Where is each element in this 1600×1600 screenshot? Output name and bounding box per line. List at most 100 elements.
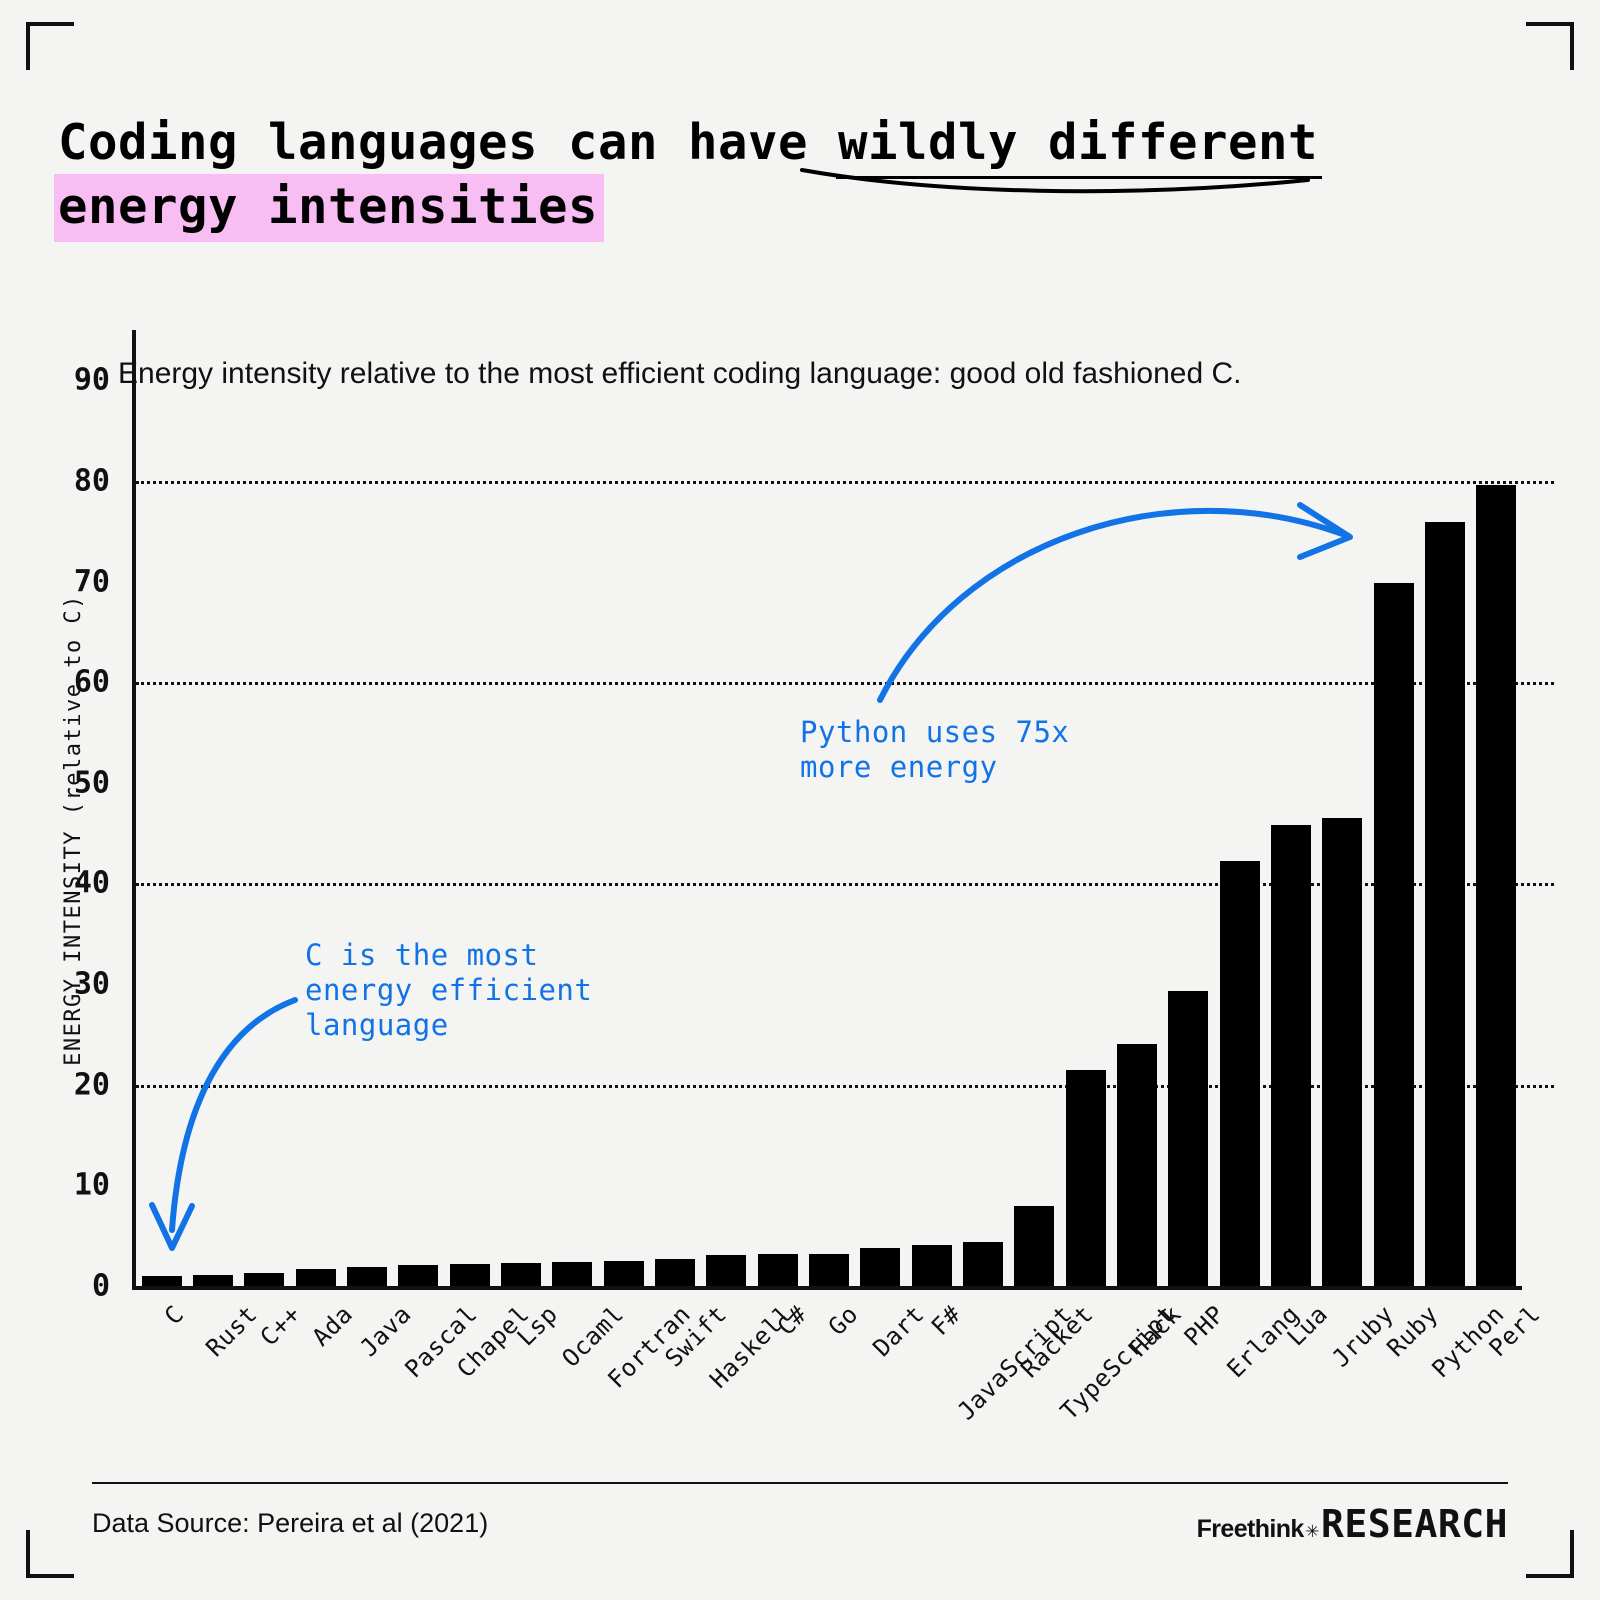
annotation-c-efficient: C is the most energy efficient language [305, 938, 593, 1042]
bar-slot [803, 330, 854, 1286]
bar [1116, 1044, 1157, 1286]
x-label-slot: F# [906, 1292, 966, 1462]
x-label-slot: Rust [187, 1292, 263, 1462]
bar [346, 1266, 387, 1286]
y-tick-label: 40 [73, 865, 110, 901]
bar [244, 1272, 285, 1286]
x-axis-line [132, 1286, 1522, 1290]
x-label-slot: Perl [1471, 1292, 1546, 1462]
brand-research-text: RESEARCH [1320, 1502, 1508, 1546]
annotation-python-energy: Python uses 75x more energy [800, 715, 1070, 784]
bar-slot [547, 330, 598, 1286]
y-tick-label: 20 [73, 1067, 110, 1103]
chart: ENERGY INTENSITY (relative to C) 0 10 20 30… [60, 330, 1554, 1462]
x-label-slot: Erlang [1214, 1292, 1304, 1462]
bar [552, 1261, 593, 1286]
bar-slot [1317, 330, 1368, 1286]
bar [911, 1244, 952, 1286]
x-axis-labels: C Rust C++ Ada Java Pascal Chapel Lsp Ocaml Fortr… [136, 1292, 1546, 1462]
bar-slot [495, 330, 546, 1286]
x-label-slot: Fortran [598, 1292, 696, 1462]
bar [1014, 1205, 1055, 1286]
title-line-1-plain: Coding languages can have [58, 114, 839, 171]
bar-series [136, 330, 1522, 1286]
corner-bracket-bottom-right [1526, 1530, 1574, 1578]
x-label-slot: Dart [855, 1292, 930, 1462]
bar-slot [239, 330, 290, 1286]
x-label-slot: Go [803, 1292, 864, 1462]
y-tick-label: 90 [73, 362, 110, 398]
bar [1373, 582, 1414, 1286]
page-title: Coding languages can have wildly differe… [54, 112, 1538, 242]
bar [1065, 1069, 1106, 1286]
x-label-slot: Haskell [701, 1292, 799, 1462]
bar-slot [1163, 330, 1214, 1286]
bar [1424, 522, 1465, 1286]
plot-area: 0 10 20 30 40 50 60 70 80 90 C Rust C++ Ada Java Pasca… [74, 330, 1554, 1462]
x-label-slot: C [136, 1292, 189, 1462]
x-label-slot: TypeScript [1055, 1292, 1181, 1462]
bar [141, 1275, 182, 1286]
brand-freethink-text: Freethink [1196, 1515, 1305, 1543]
bar-slot [187, 330, 238, 1286]
bar-slot [393, 330, 444, 1286]
x-label-slot: C# [752, 1292, 812, 1462]
y-tick-label: 60 [73, 664, 110, 700]
data-source-text: Data Source: Pereira et al (2021) [92, 1508, 489, 1538]
x-label-slot: Racket [1009, 1292, 1099, 1462]
x-label-slot: Chapel [444, 1292, 534, 1462]
header: Coding languages can have wildly differe… [54, 112, 1538, 390]
x-label-slot: Hack [1111, 1292, 1187, 1462]
x-tick-label: Perl [1483, 1300, 1546, 1363]
bar-slot [752, 330, 803, 1286]
bar [757, 1253, 798, 1286]
title-line-2-highlight: energy intensities [54, 174, 605, 242]
y-tick-label: 80 [73, 463, 110, 499]
x-label-slot: JavaScript [952, 1292, 1078, 1462]
x-label-slot: Jruby [1317, 1292, 1400, 1462]
y-tick-label: 50 [73, 765, 110, 801]
bar-slot [1265, 330, 1316, 1286]
bar [860, 1247, 901, 1286]
bar [1322, 818, 1363, 1286]
asterisk-icon: ✳ [1305, 1518, 1319, 1543]
bar-slot [598, 330, 649, 1286]
bar-slot [649, 330, 700, 1286]
bar-slot [444, 330, 495, 1286]
x-label-slot: Ocaml [547, 1292, 630, 1462]
bar-slot [290, 330, 341, 1286]
bar [1270, 825, 1311, 1286]
bar-slot [701, 330, 752, 1286]
bar-slot [906, 330, 957, 1286]
x-label-slot: PHP [1163, 1292, 1231, 1462]
x-label-slot: Java [341, 1292, 417, 1462]
bar [295, 1268, 336, 1286]
title-line-1-emphasis: wildly different [836, 112, 1323, 179]
bar [1168, 991, 1209, 1286]
x-label-slot: Pascal [393, 1292, 483, 1462]
bar [603, 1260, 644, 1286]
x-label-slot: Python [1419, 1292, 1509, 1462]
bar [808, 1253, 849, 1286]
bar-slot [855, 330, 906, 1286]
brand-logo: Freethink ✳ RESEARCH [1197, 1502, 1508, 1546]
y-tick-label: 70 [73, 564, 110, 600]
corner-bracket-top-right [1526, 22, 1574, 70]
bar [192, 1274, 233, 1286]
bar-slot [1471, 330, 1522, 1286]
bar [1219, 861, 1260, 1286]
x-label-slot: Lua [1265, 1292, 1334, 1462]
x-tick-label: C [158, 1300, 189, 1331]
bar [1476, 484, 1517, 1286]
y-tick-label: 10 [73, 1167, 110, 1203]
x-label-slot: Lsp [495, 1292, 564, 1462]
bar [398, 1264, 439, 1286]
bar-slot [1009, 330, 1060, 1286]
y-tick-label: 30 [73, 966, 110, 1002]
footer-divider [92, 1482, 1508, 1484]
x-label-slot: C++ [239, 1292, 307, 1462]
bar-slot [1060, 330, 1111, 1286]
bar [706, 1254, 747, 1286]
bar-slot [1111, 330, 1162, 1286]
bar [449, 1263, 490, 1286]
